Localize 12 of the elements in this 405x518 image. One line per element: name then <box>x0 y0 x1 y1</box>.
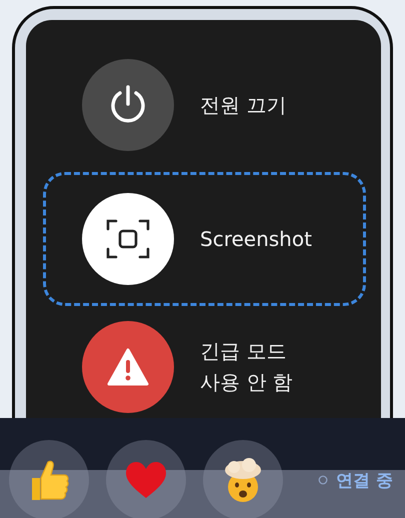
menu-option[interactable]: Screenshot <box>43 172 366 306</box>
option-label: 전원 끄기 <box>200 92 286 118</box>
screenshot-icon <box>106 219 150 259</box>
menu-option[interactable]: 전원 끄기 <box>43 38 366 172</box>
heart-icon <box>125 461 167 499</box>
option-label: 긴급 모드 <box>200 338 288 365</box>
menu-option[interactable]: 긴급 모드 사용 안 함 <box>43 318 366 416</box>
status-circle-icon <box>318 475 328 485</box>
option-label: Screenshot <box>200 227 312 251</box>
warning-icon <box>107 348 149 386</box>
connection-status: 연결 중 <box>336 470 393 492</box>
option-sublabel: 사용 안 함 <box>200 369 293 396</box>
